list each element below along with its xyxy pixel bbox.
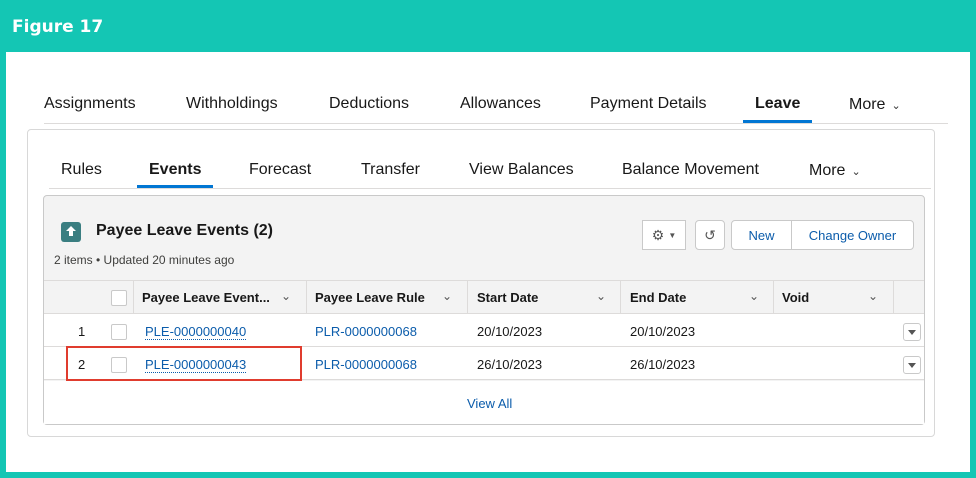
tab-payment-details[interactable]: Payment Details	[590, 95, 707, 113]
tab-assignments[interactable]: Assignments	[44, 95, 136, 113]
payee-leave-icon	[61, 222, 81, 242]
tab-more[interactable]: More ⌄	[849, 96, 901, 114]
event-link[interactable]: PLE-0000000040	[145, 324, 247, 340]
start-date: 20/10/2023	[477, 324, 543, 339]
subtab-rules[interactable]: Rules	[61, 161, 102, 179]
subtab-balance-movement[interactable]: Balance Movement	[622, 161, 759, 179]
rule-link[interactable]: PLR-0000000068	[315, 357, 417, 372]
column-header-start-date[interactable]: Start Date	[477, 290, 538, 305]
tab-more-label: More	[849, 96, 886, 113]
chevron-down-icon: ▼	[668, 230, 677, 240]
end-date: 20/10/2023	[630, 324, 696, 339]
column-header-rule[interactable]: Payee Leave Rule	[315, 290, 425, 305]
chevron-down-icon[interactable]: ⌄	[281, 289, 291, 303]
new-button[interactable]: New	[731, 220, 792, 250]
change-owner-button[interactable]: Change Owner	[791, 220, 914, 250]
column-divider	[306, 281, 307, 313]
refresh-button[interactable]: ↺	[695, 220, 725, 250]
chevron-down-icon[interactable]: ⌄	[868, 289, 878, 303]
chevron-down-icon: ⌄	[891, 100, 901, 112]
column-header-event[interactable]: Payee Leave Event...	[142, 290, 270, 305]
subtab-events[interactable]: Events	[149, 161, 201, 179]
subtab-more-label: More	[809, 162, 846, 179]
subtab-forecast[interactable]: Forecast	[249, 161, 311, 179]
refresh-icon: ↺	[704, 226, 716, 243]
start-date: 26/10/2023	[477, 357, 543, 372]
related-list-subtitle: 2 items • Updated 20 minutes ago	[54, 253, 235, 267]
subtab-more[interactable]: More ⌄	[809, 162, 861, 180]
settings-button[interactable]: ⚙ ▼	[642, 220, 686, 250]
row-action-menu[interactable]	[903, 356, 921, 374]
figure-title: Figure 17	[12, 17, 104, 37]
rule-link[interactable]: PLR-0000000068	[315, 324, 417, 339]
column-divider	[773, 281, 774, 313]
select-all-checkbox[interactable]	[111, 290, 127, 306]
subtab-transfer[interactable]: Transfer	[361, 161, 420, 179]
column-divider	[467, 281, 468, 313]
column-divider	[133, 281, 134, 313]
tab-deductions[interactable]: Deductions	[329, 95, 409, 113]
chevron-down-icon[interactable]: ⌄	[596, 289, 606, 303]
column-header-void[interactable]: Void	[782, 290, 809, 305]
highlight-box	[66, 346, 302, 381]
view-all-link[interactable]: View All	[467, 396, 512, 411]
end-date: 26/10/2023	[630, 357, 696, 372]
chevron-down-icon: ⌄	[851, 166, 861, 178]
top-tab-divider	[44, 123, 948, 124]
subtab-view-balances[interactable]: View Balances	[469, 161, 574, 179]
chevron-down-icon[interactable]: ⌄	[749, 289, 759, 303]
figure-header: Figure 17	[6, 6, 970, 52]
row-checkbox[interactable]	[111, 324, 127, 340]
related-list-title[interactable]: Payee Leave Events (2)	[96, 222, 273, 240]
row-number: 1	[78, 324, 86, 339]
gear-icon: ⚙	[651, 226, 665, 243]
column-header-end-date[interactable]: End Date	[630, 290, 686, 305]
chevron-down-icon[interactable]: ⌄	[442, 289, 452, 303]
column-divider	[620, 281, 621, 313]
tab-withholdings[interactable]: Withholdings	[186, 95, 278, 113]
sub-tab-divider	[49, 188, 931, 189]
row-action-menu[interactable]	[903, 323, 921, 341]
tab-leave[interactable]: Leave	[755, 95, 800, 113]
column-divider	[893, 281, 894, 313]
tab-allowances[interactable]: Allowances	[460, 95, 541, 113]
